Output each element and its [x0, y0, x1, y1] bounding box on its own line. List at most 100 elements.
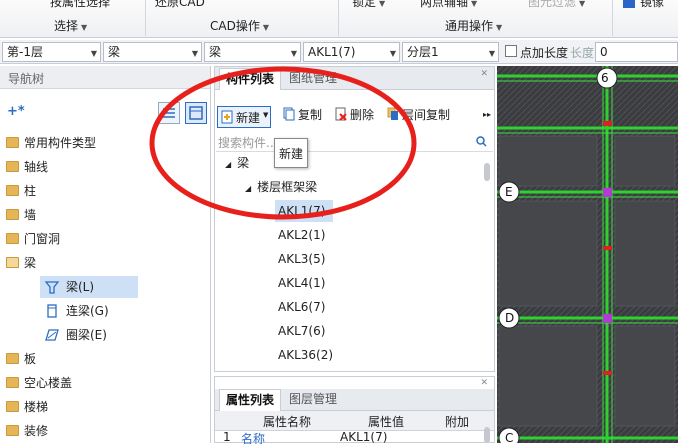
category-select[interactable]: 梁 ▼ — [103, 42, 202, 62]
col-extra: 附加 — [445, 415, 470, 429]
col-attribute-value: 属性值 — [368, 415, 405, 429]
col-attribute-name: 属性名称 — [263, 415, 312, 429]
ring-beam-icon — [45, 329, 59, 341]
search-box[interactable]: 搜索构件... — [216, 132, 493, 152]
general-ops-group-label[interactable]: 通用操作 ▼ — [445, 17, 502, 34]
type-select[interactable]: 梁 ▼ — [204, 42, 301, 62]
ribbon: 按属性选择 还原CAD 锁定 ▼ 两点辅轴 ▼ 图元过滤 ▼ 镜像 选择 ▼ CAD操作… — [0, 0, 678, 38]
scrollbar-thumb[interactable] — [484, 163, 490, 181]
nav-subitem-ring-beam[interactable]: 圈梁(E) — [0, 324, 210, 346]
nav-item-beam[interactable]: 梁 — [0, 252, 210, 274]
panel-close-icon[interactable]: ✕ — [480, 378, 488, 388]
selector-row: 第-1层 ▼ 梁 ▼ 梁 ▼ AKL1(7) ▼ 分层1 ▼ 点加长度 长度: 0 — [0, 40, 678, 64]
list-item[interactable]: AKL7(6) — [278, 320, 325, 342]
folder-icon — [6, 377, 19, 388]
nav-title: 导航树 — [0, 66, 210, 89]
folder-icon — [6, 401, 19, 412]
add-length-label: 点加长度 — [520, 46, 569, 60]
length-input[interactable]: 0 — [595, 42, 678, 62]
nav-item-stairs[interactable]: 楼梯 — [0, 396, 210, 418]
collapse-icon[interactable]: ◢ — [245, 184, 251, 193]
properties-panel: 属性列表 图层管理 ✕ 属性名称 属性值 附加 1 名称 AKL1(7) — [214, 376, 495, 444]
folder-icon — [6, 161, 19, 172]
filter-button[interactable]: 图元过滤 ▼ — [528, 0, 585, 10]
new-button[interactable]: 新建 ▼ — [217, 106, 271, 128]
axis-label-e: E — [505, 185, 513, 199]
delete-icon — [335, 107, 347, 121]
properties-tabs: 属性列表 图层管理 — [215, 389, 494, 411]
nav-subitem-coupling-beam[interactable]: 连梁(G) — [0, 300, 210, 322]
ribbon-divider — [612, 0, 613, 36]
ribbon-divider — [145, 0, 146, 36]
delete-button[interactable]: 删除 — [335, 106, 374, 126]
cad-drawing — [497, 66, 678, 443]
component-select[interactable]: AKL1(7) ▼ — [303, 42, 400, 62]
nav-item-wall[interactable]: 墙 — [0, 204, 210, 226]
cad-ops-group-label[interactable]: CAD操作 ▼ — [210, 17, 269, 34]
folder-open-icon — [6, 257, 19, 268]
select-group-label[interactable]: 选择 ▼ — [54, 17, 87, 34]
list-item[interactable]: AKL1(7) — [275, 200, 333, 222]
axis-label-d: D — [505, 311, 515, 325]
navigation-tree-panel: 导航树 +* 常用构件类型 轴线 柱 墙 门窗洞 梁 梁(L) 连梁(G) 圈梁… — [0, 66, 211, 443]
new-tooltip: 新建 — [274, 138, 308, 168]
folder-icon — [6, 425, 19, 436]
nav-item-axis[interactable]: 轴线 — [0, 156, 210, 178]
add-icon[interactable]: +* — [7, 104, 25, 119]
add-length-checkbox[interactable] — [505, 45, 517, 57]
list-item[interactable]: AKL2(1) — [278, 224, 325, 246]
copy-button[interactable]: 复制 — [283, 106, 322, 126]
tab-component-list[interactable]: 构件列表 — [219, 68, 282, 90]
tab-drawing-management[interactable]: 图纸管理 — [283, 68, 343, 90]
new-dropdown-icon[interactable]: ▼ — [263, 111, 268, 119]
nav-item-slab[interactable]: 板 — [0, 348, 210, 370]
grid-view-icon[interactable] — [185, 102, 207, 124]
coupling-beam-icon — [47, 304, 57, 318]
nav-item-common-types[interactable]: 常用构件类型 — [0, 132, 210, 154]
new-icon — [221, 110, 233, 124]
table-row[interactable]: 1 名称 AKL1(7) — [215, 432, 494, 444]
lock-button[interactable]: 锁定 ▼ — [352, 0, 385, 10]
component-list-panel: 构件列表 图纸管理 ✕ 新建 ▼ 复制 删除 层间复制 ▸▸ 搜索构件... 新… — [214, 66, 495, 372]
folder-icon — [6, 233, 19, 244]
nav-item-decoration[interactable]: 装修 — [0, 420, 210, 442]
floor-copy-icon — [387, 107, 398, 120]
length-label: 长度: — [570, 46, 599, 60]
tab-properties[interactable]: 属性列表 — [219, 389, 282, 411]
nav-item-column[interactable]: 柱 — [0, 180, 210, 202]
nav-subitem-beam-l[interactable]: 梁(L) — [40, 276, 138, 298]
nav-item-hollow-floor[interactable]: 空心楼盖 — [0, 372, 210, 394]
nav-item-openings[interactable]: 门窗洞 — [0, 228, 210, 250]
more-icon[interactable]: ▸▸ — [483, 110, 491, 119]
tree-root-beam[interactable]: ◢ 梁 — [225, 152, 249, 174]
mirror-icon — [623, 0, 635, 8]
list-item[interactable]: AKL6(7) — [278, 296, 325, 318]
ribbon-divider — [338, 0, 339, 36]
two-point-axis-button[interactable]: 两点辅轴 ▼ — [420, 0, 477, 10]
scrollbar-thumb[interactable] — [484, 427, 490, 443]
search-input[interactable]: 搜索构件... — [218, 134, 277, 151]
folder-icon — [6, 353, 19, 364]
beam-icon — [44, 281, 60, 294]
select-by-attribute-button[interactable]: 按属性选择 — [50, 0, 110, 10]
collapse-icon[interactable]: ◢ — [225, 160, 231, 169]
panel-close-icon[interactable]: ✕ — [480, 69, 488, 79]
floor-copy-button[interactable]: 层间复制 — [387, 106, 450, 126]
restore-cad-button[interactable]: 还原CAD — [155, 0, 205, 10]
list-item[interactable]: AKL3(5) — [278, 248, 325, 270]
floor-select[interactable]: 第-1层 ▼ — [2, 42, 101, 62]
tree-group-frame-beam[interactable]: ◢ 楼层框架梁 — [245, 176, 317, 198]
properties-header-row: 属性名称 属性值 附加 — [215, 411, 494, 431]
list-item[interactable]: AKL4(1) — [278, 272, 325, 294]
copy-icon — [283, 107, 295, 121]
tab-layer-management[interactable]: 图层管理 — [283, 389, 343, 411]
folder-icon — [6, 185, 19, 196]
list-view-icon[interactable] — [158, 102, 180, 124]
drawing-canvas[interactable]: 6 E D C — [497, 66, 678, 443]
search-icon[interactable] — [476, 136, 487, 147]
layer-select[interactable]: 分层1 ▼ — [402, 42, 499, 62]
mirror-button[interactable]: 镜像 — [640, 0, 664, 10]
axis-label-6: 6 — [601, 71, 609, 85]
folder-icon — [6, 137, 19, 148]
list-item[interactable]: AKL36(2) — [278, 344, 333, 366]
